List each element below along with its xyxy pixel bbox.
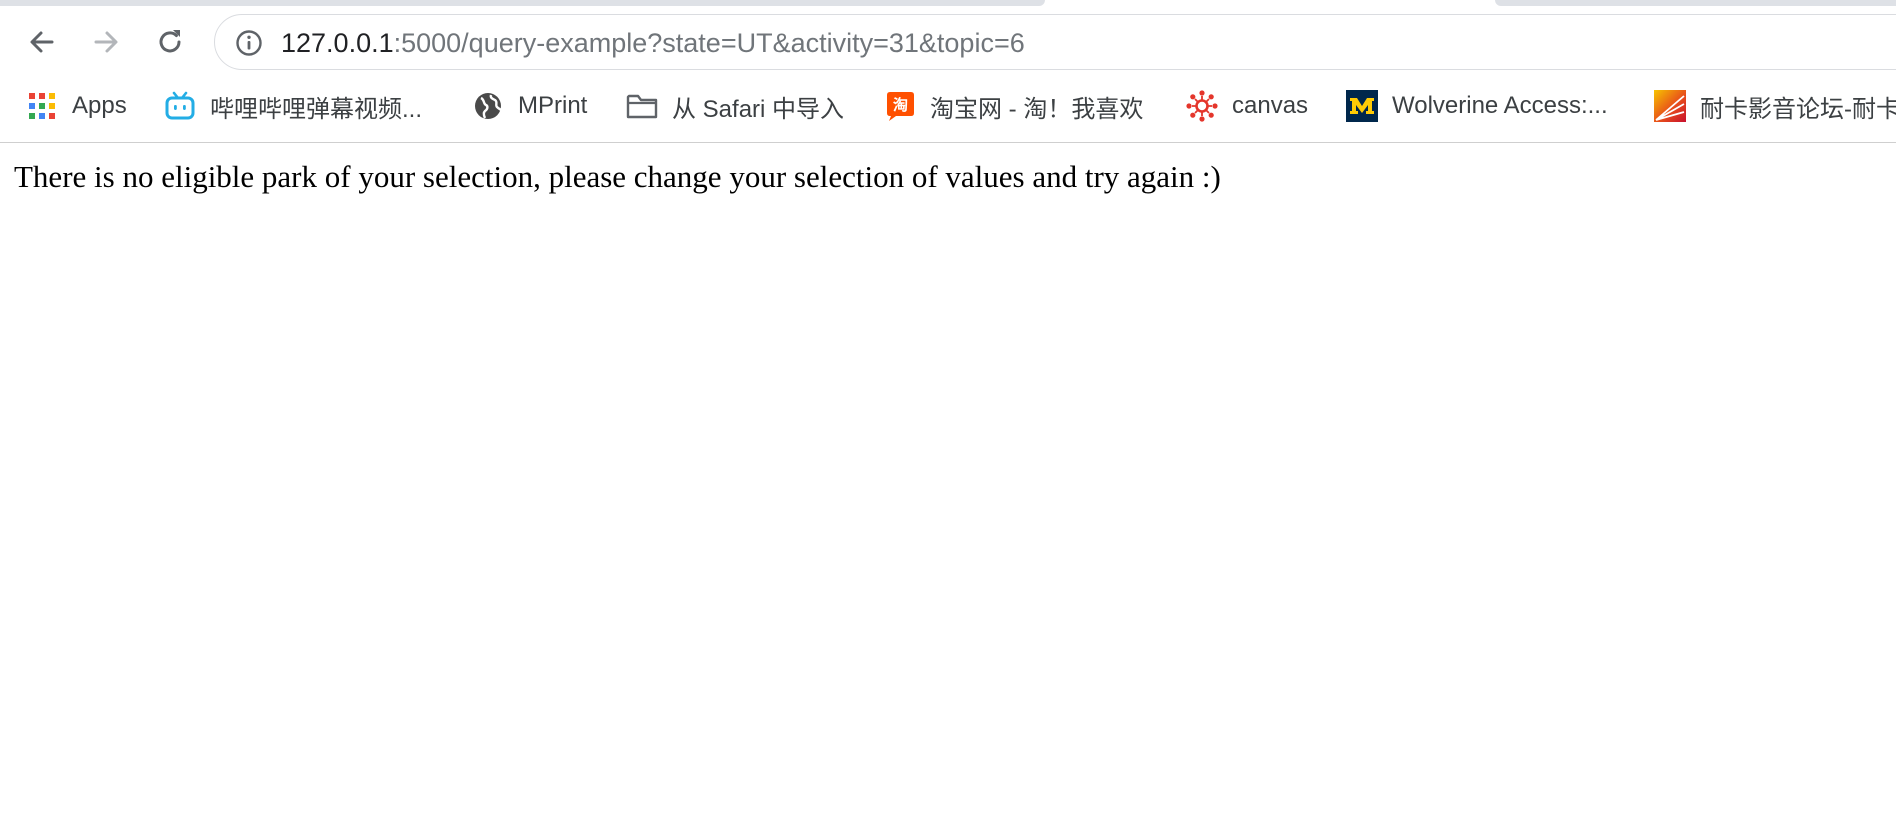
browser-toolbar: 127.0.0.1:5000/query-example?state=UT&ac… — [0, 0, 1896, 143]
michigan-m-icon — [1346, 90, 1378, 122]
arrow-left-icon — [30, 31, 54, 53]
back-button[interactable] — [22, 22, 62, 62]
bookmark-naika[interactable]: 耐卡影音论坛-耐卡 — [1654, 84, 1896, 128]
bookmark-label: 哔哩哔哩弹幕视频... — [210, 95, 423, 123]
tab-strip — [0, 0, 1896, 6]
tab-edge-left[interactable] — [0, 0, 1045, 6]
bookmark-canvas[interactable]: canvas — [1186, 84, 1308, 128]
bookmark-label: 淘宝网 - 淘！我喜欢 — [930, 95, 1144, 123]
folder-icon — [626, 90, 658, 122]
reload-button[interactable] — [150, 22, 190, 62]
bookmarks-bar: Apps 哔哩哔哩弹幕视频... MPrint 从 Safari 中导入 淘 淘… — [0, 84, 1896, 128]
url-host: 127.0.0.1 — [281, 28, 394, 58]
info-icon[interactable] — [235, 29, 263, 57]
arrow-right-icon — [94, 31, 118, 53]
bookmark-label: 耐卡影音论坛-耐卡 — [1700, 95, 1896, 123]
globe-icon — [472, 90, 504, 122]
bookmark-label: MPrint — [518, 92, 588, 119]
bookmark-wolverine-access[interactable]: Wolverine Access:... — [1346, 84, 1608, 128]
bookmark-apps[interactable]: Apps — [26, 84, 127, 128]
naika-icon — [1654, 90, 1686, 122]
no-results-message: There is no eligible park of your select… — [14, 159, 1221, 194]
url-text[interactable]: 127.0.0.1:5000/query-example?state=UT&ac… — [281, 28, 1025, 58]
taobao-icon: 淘 — [884, 90, 916, 122]
bookmark-label: Wolverine Access:... — [1392, 92, 1608, 119]
bookmark-mprint[interactable]: MPrint — [472, 84, 587, 128]
svg-text:淘: 淘 — [892, 96, 908, 114]
bookmark-taobao[interactable]: 淘 淘宝网 - 淘！我喜欢 — [884, 84, 1143, 128]
address-bar[interactable]: 127.0.0.1:5000/query-example?state=UT&ac… — [214, 14, 1896, 70]
canvas-icon — [1186, 90, 1218, 122]
page-content: There is no eligible park of your select… — [0, 143, 1896, 838]
bookmark-label: Apps — [72, 92, 127, 119]
bookmark-label: 从 Safari 中导入 — [672, 95, 845, 123]
apps-grid-icon — [26, 90, 58, 122]
bookmark-label: canvas — [1232, 92, 1309, 119]
tab-edge-right[interactable] — [1495, 0, 1896, 6]
bookmark-bilibili[interactable]: 哔哩哔哩弹幕视频... — [164, 84, 422, 128]
forward-button[interactable] — [86, 22, 126, 62]
reload-icon — [159, 30, 181, 53]
bilibili-tv-icon — [164, 90, 196, 122]
url-path: :5000/query-example?state=UT&activity=31… — [393, 28, 1025, 58]
bookmark-folder-safari[interactable]: 从 Safari 中导入 — [626, 84, 844, 128]
